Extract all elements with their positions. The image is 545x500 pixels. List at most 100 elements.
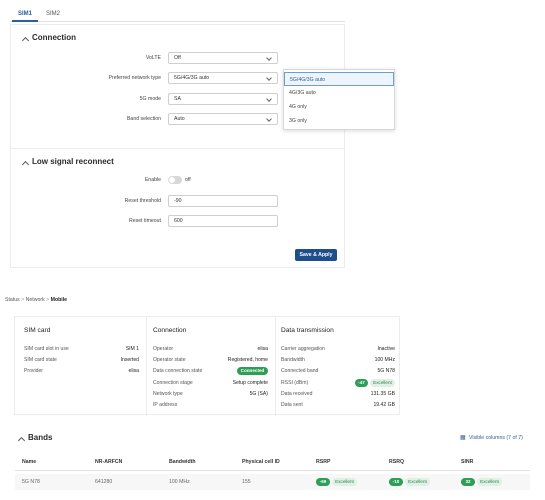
connection-section-title: Connection (32, 33, 76, 42)
col-bandwidth-header: Bandwidth (169, 459, 196, 465)
cell-pci: 155 (242, 479, 251, 485)
connected-badge: Connected (237, 367, 268, 375)
rsrp-value-badge: -69 (316, 478, 330, 486)
reset-threshold-input[interactable]: -90 (168, 195, 278, 207)
low-signal-section-title: Low signal reconnect (32, 157, 114, 166)
chevron-down-icon (266, 74, 272, 81)
network-type-key: Network type (153, 391, 183, 397)
rsrp-quality-badge: Excellent (332, 478, 357, 486)
chevron-down-icon (266, 95, 272, 102)
col-sinr-header: SINR (461, 459, 474, 465)
sim-state-key: SIM card state (24, 357, 57, 363)
connection-stage-value: Setup complete (232, 380, 268, 386)
option-4g-only[interactable]: 4G only (284, 100, 394, 114)
low-signal-card: Low signal reconnect Enable off Reset th… (10, 148, 345, 268)
rsrq-value-badge: -10 (389, 478, 403, 486)
connected-band-key: Connected band (281, 368, 319, 374)
sim-tab-bar: SIM1 SIM2 (10, 6, 345, 22)
sinr-quality-badge: Excellent (477, 478, 502, 486)
collapse-chevron-icon[interactable] (17, 436, 26, 445)
fiveg-mode-value: SA (174, 96, 181, 102)
columns-icon[interactable]: ▦ (460, 434, 466, 441)
carrier-aggregation-key: Carrier aggregation (281, 346, 325, 352)
tab-sim2[interactable]: SIM2 (40, 6, 66, 22)
operator-key: Operator (153, 346, 174, 352)
network-type-dropdown: 5G/4G/3G auto 4G/3G auto 4G only 3G only (283, 69, 395, 130)
bandwidth-key: Bandwidth (281, 357, 305, 363)
enable-state: off (185, 177, 191, 183)
volte-label: VoLTE (145, 55, 161, 61)
sinr-value-badge: 32 (461, 478, 475, 486)
column-divider (146, 317, 147, 416)
operator-value: elisa (257, 346, 268, 352)
enable-label: Enable (144, 177, 161, 183)
data-transmission-title: Data transmission (281, 327, 334, 334)
network-type-value: 5G/4G/3G auto (174, 75, 210, 81)
cell-name: 5G N78 (22, 479, 40, 485)
reset-threshold-label: Reset threshold (124, 198, 161, 204)
col-rsrp-header: RSRP (316, 459, 331, 465)
sim-state-value: Inserted (120, 357, 139, 363)
bands-section: Bands ▦ Visible columns (7 of 7) Name NR… (0, 423, 545, 500)
provider-value: elisa (128, 368, 139, 374)
table-header-divider (15, 470, 530, 471)
option-3g-only[interactable]: 3G only (284, 114, 394, 128)
volte-select[interactable]: Off (168, 52, 278, 64)
visible-columns-link[interactable]: Visible columns (7 of 7) (469, 435, 523, 441)
data-received-value: 131.35 GB (370, 391, 395, 397)
bandwidth-value: 100 MHz (374, 357, 395, 363)
ip-address-key: IP address (153, 402, 178, 408)
col-arfcn-header: NR-ARFCN (95, 459, 123, 465)
fiveg-mode-label: 5G mode (139, 96, 161, 102)
network-type-label: Preferred network type (108, 75, 161, 81)
operator-state-key: Operator state (153, 357, 186, 363)
collapse-chevron-icon[interactable] (21, 160, 30, 169)
tab-sim1[interactable]: SIM1 (12, 6, 39, 22)
option-4g-3g-auto[interactable]: 4G/3G auto (284, 86, 394, 100)
cell-arfcn: 641280 (95, 479, 113, 485)
column-divider (275, 317, 276, 416)
band-selection-label: Band selection (126, 116, 161, 122)
mobile-status-card: SIM card SIM card slot in use SIM 1 SIM … (14, 316, 400, 416)
band-selection-select[interactable]: Auto (168, 113, 278, 125)
fiveg-mode-select[interactable]: SA (168, 93, 278, 105)
breadcrumb: Status > Network > Mobile (5, 297, 68, 303)
volte-value: Off (174, 55, 181, 61)
chevron-down-icon (266, 115, 272, 122)
col-rsrq-header: RSRQ (389, 459, 404, 465)
connection-title: Connection (153, 327, 187, 334)
data-connection-state-key: Data connection state (153, 368, 203, 374)
chevron-down-icon (266, 54, 272, 61)
table-row: 5G N78 641280 100 MHz 155 -69 Excellent … (15, 474, 530, 490)
data-received-key: Data received (281, 391, 313, 397)
option-5g-4g-3g-auto[interactable]: 5G/4G/3G auto (284, 72, 394, 86)
connection-stage-key: Connection stage (153, 380, 193, 386)
network-type-value: 5G (SA) (249, 391, 268, 397)
provider-key: Provider (24, 368, 43, 374)
network-type-select[interactable]: 5G/4G/3G auto (168, 72, 278, 84)
toggle-knob (169, 177, 175, 183)
breadcrumb-network[interactable]: Network (26, 297, 45, 303)
band-selection-value: Auto (174, 116, 185, 122)
cell-bandwidth: 100 MHz (169, 479, 190, 485)
rssi-key: RSSI (dBm) (281, 380, 309, 386)
data-sent-value: 19.42 GB (373, 402, 395, 408)
reset-timeout-label: Reset timeout (128, 218, 161, 224)
carrier-aggregation-value: Inactive (377, 346, 395, 352)
enable-toggle[interactable] (168, 176, 182, 184)
rsrq-quality-badge: Excellent (405, 478, 430, 486)
data-sent-key: Data sent (281, 402, 303, 408)
operator-state-value: Registered, home (227, 357, 268, 363)
col-name-header: Name (22, 459, 37, 465)
connected-band-value: 5G N78 (377, 368, 395, 374)
sim-card-title: SIM card (24, 327, 51, 334)
rssi-quality-badge: Excellent (370, 379, 395, 387)
sim-slot-value: SIM 1 (125, 346, 139, 352)
sim-slot-key: SIM card slot in use (24, 346, 69, 352)
rssi-value-badge: -47 (355, 379, 368, 387)
collapse-chevron-icon[interactable] (21, 36, 30, 45)
save-apply-button[interactable]: Save & Apply (295, 249, 337, 261)
reset-timeout-input[interactable]: 600 (168, 215, 278, 227)
breadcrumb-status[interactable]: Status (5, 297, 20, 303)
col-pci-header: Physical cell ID (242, 459, 280, 465)
